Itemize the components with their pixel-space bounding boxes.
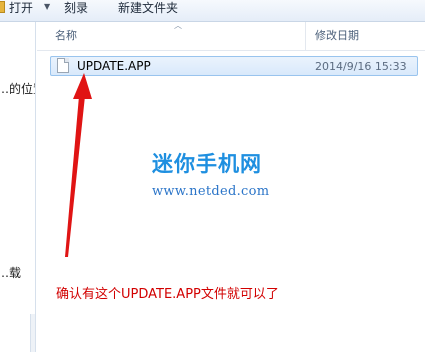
open-button[interactable]: 打开 — [0, 0, 33, 16]
nav-item-downloads[interactable]: …载 — [0, 266, 21, 280]
nav-item-location[interactable]: …的位置 — [0, 82, 35, 96]
watermark-url: www.netded.com — [152, 184, 270, 199]
explorer-window: 打开 ▼ 刻录 新建文件夹 …的位置 …载 ︿ 名称 修改日期 UPDATE.A… — [0, 0, 425, 352]
file-modified-date: 2014/9/16 15:33 — [315, 60, 407, 73]
burn-label: 刻录 — [64, 1, 89, 15]
file-name: UPDATE.APP — [77, 59, 151, 73]
nav-scrollbar[interactable] — [30, 314, 35, 352]
column-header-name[interactable]: 名称 — [55, 29, 77, 43]
new-folder-label: 新建文件夹 — [118, 1, 179, 15]
burn-button[interactable]: 刻录 — [64, 0, 88, 16]
column-header-modified[interactable]: 修改日期 — [315, 29, 359, 43]
column-divider[interactable] — [305, 22, 306, 50]
watermark-title: 迷你手机网 — [152, 152, 262, 176]
folder-icon — [0, 1, 5, 13]
navigation-pane[interactable]: …的位置 …载 — [0, 22, 36, 352]
file-icon — [57, 58, 69, 73]
toolbar: 打开 ▼ 刻录 新建文件夹 — [0, 0, 425, 22]
sort-ascending-icon: ︿ — [174, 21, 182, 30]
column-header-row: ︿ 名称 修改日期 — [37, 22, 425, 51]
open-label: 打开 — [9, 1, 34, 15]
chevron-down-icon[interactable]: ▼ — [44, 0, 50, 14]
new-folder-button[interactable]: 新建文件夹 — [118, 0, 178, 16]
file-row[interactable]: UPDATE.APP 2014/9/16 15:33 — [50, 56, 418, 76]
annotation-text: 确认有这个UPDATE.APP文件就可以了 — [56, 287, 279, 302]
